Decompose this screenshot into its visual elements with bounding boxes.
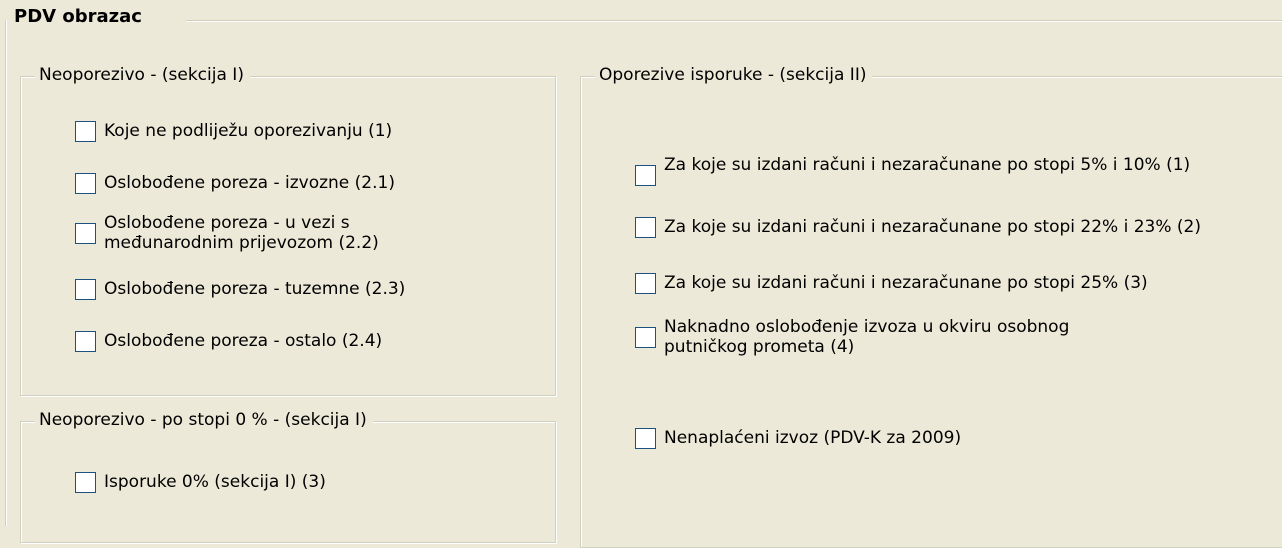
checkbox-box[interactable] [75,331,96,352]
checkbox-label: Isporuke 0% (sekcija I) (3) [104,472,326,492]
checkbox-label: Za koje su izdani računi i nezaračunane … [664,155,1191,175]
checkbox-box[interactable] [635,217,656,238]
checkbox-exempt-other[interactable]: Oslobođene poreza - ostalo (2.4) [75,331,382,352]
checkbox-deliveries-zero[interactable]: Isporuke 0% (sekcija I) (3) [75,472,326,493]
checkbox-box[interactable] [75,223,96,244]
main-group-border-top [186,20,1282,22]
neoporezivo-group: Neoporezivo - (sekcija I) Koje ne podlij… [20,65,556,396]
checkbox-label: Oslobođene poreza - u vezi s međunarodni… [104,213,379,253]
oporezive-legend: Oporezive isporuke - (sekcija II) [595,65,873,85]
checkbox-label: Oslobođene poreza - tuzemne (2.3) [104,279,406,299]
neoporezivo-legend: Neoporezivo - (sekcija I) [35,65,250,85]
checkbox-label: Naknadno oslobođenje izvoza u okviru oso… [664,317,1070,357]
checkbox-box[interactable] [75,279,96,300]
checkbox-box[interactable] [75,121,96,142]
checkbox-box[interactable] [635,428,656,449]
checkbox-label: Nenaplaćeni izvoz (PDV-K za 2009) [664,428,962,448]
checkbox-box[interactable] [635,165,656,186]
checkbox-exempt-international-transport[interactable]: Oslobođene poreza - u vezi s međunarodni… [75,213,394,253]
checkbox-rate-22-23[interactable]: Za koje su izdani računi i nezaračunane … [635,217,1201,238]
checkbox-label: Koje ne podliježu oporezivanju (1) [104,121,393,141]
checkbox-export-exemption-passenger[interactable]: Naknadno oslobođenje izvoza u okviru oso… [635,317,1124,357]
oporezive-group: Oporezive isporuke - (sekcija II) Za koj… [580,65,1282,548]
checkbox-exempt-domestic[interactable]: Oslobođene poreza - tuzemne (2.3) [75,279,405,300]
checkbox-box[interactable] [635,273,656,294]
checkbox-label: Za koje su izdani računi i nezaračunane … [664,273,1148,293]
main-group-border [5,20,7,526]
checkbox-box[interactable] [75,472,96,493]
neoporezivo-zero-legend: Neoporezivo - po stopi 0 % - (sekcija I) [35,410,373,430]
page-title: PDV obrazac [14,6,150,27]
checkbox-exempt-export[interactable]: Oslobođene poreza - izvozne (2.1) [75,173,395,194]
checkbox-rate-25[interactable]: Za koje su izdani računi i nezaračunane … [635,273,1148,294]
checkbox-label: Oslobođene poreza - ostalo (2.4) [104,331,383,351]
checkbox-not-subject-to-tax[interactable]: Koje ne podliježu oporezivanju (1) [75,121,392,142]
checkbox-rate-5-10[interactable]: Za koje su izdani računi i nezaračunane … [635,155,1224,186]
checkbox-box[interactable] [75,173,96,194]
checkbox-box[interactable] [635,327,656,348]
checkbox-label: Oslobođene poreza - izvozne (2.1) [104,173,395,193]
checkbox-label: Za koje su izdani računi i nezaračunane … [664,217,1201,237]
neoporezivo-zero-group: Neoporezivo - po stopi 0 % - (sekcija I)… [20,410,556,543]
checkbox-unpaid-export[interactable]: Nenaplaćeni izvoz (PDV-K za 2009) [635,428,961,449]
